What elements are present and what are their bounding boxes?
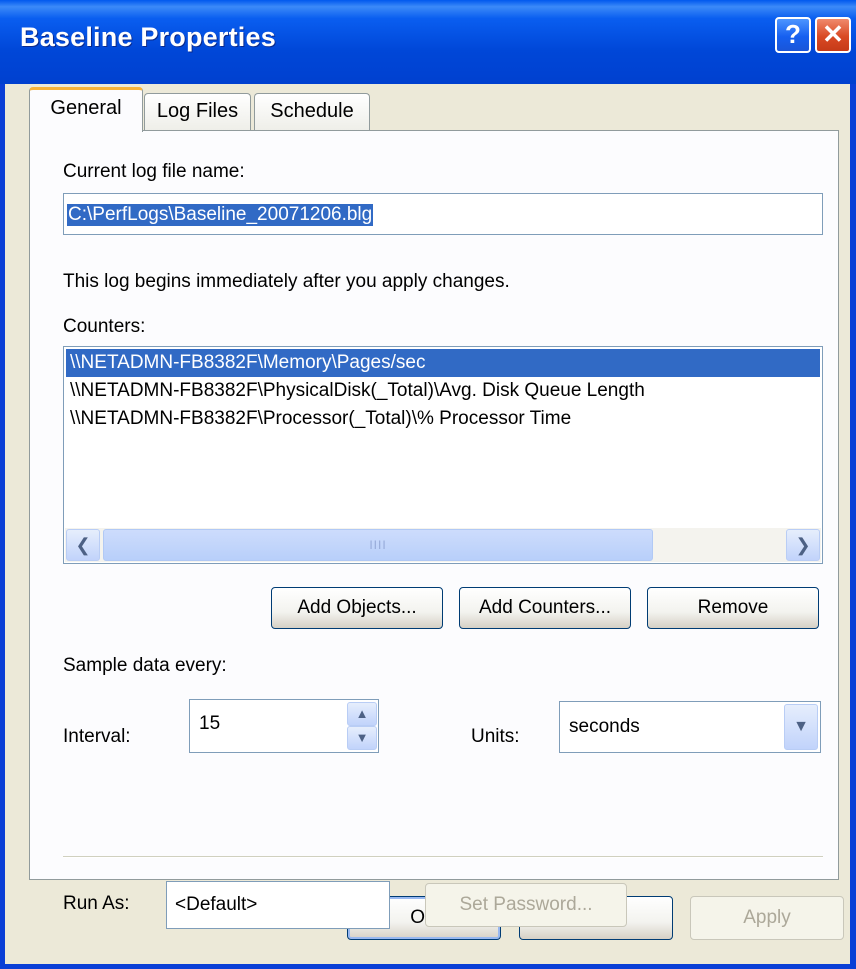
- units-dropdown-button[interactable]: ▼: [784, 704, 818, 750]
- interval-label: Interval:: [63, 726, 131, 747]
- tab-label: General: [50, 97, 122, 119]
- interval-down-button[interactable]: ▼: [347, 726, 377, 750]
- tab-general[interactable]: General: [29, 87, 143, 132]
- run-as-label: Run As:: [63, 893, 130, 914]
- interval-field[interactable]: 15 ▲ ▼: [189, 699, 379, 753]
- window-title: Baseline Properties: [20, 22, 276, 52]
- close-button[interactable]: ✕: [815, 17, 851, 53]
- add-objects-button[interactable]: Add Objects...: [271, 587, 443, 629]
- spin-down-icon: ▼: [355, 730, 369, 745]
- scroll-left-button[interactable]: ❮: [66, 529, 100, 561]
- current-log-label: Current log file name:: [63, 161, 245, 182]
- general-tab-panel: Current log file name: C:\PerfLogs\Basel…: [29, 130, 839, 929]
- counter-item[interactable]: \\NETADMN-FB8382F\Memory\Pages/sec: [66, 349, 820, 377]
- counters-listbox[interactable]: \\NETADMN-FB8382F\Memory\Pages/sec \\NET…: [63, 346, 823, 564]
- set-password-button[interactable]: Set Password...: [425, 883, 627, 927]
- current-log-field[interactable]: C:\PerfLogs\Baseline_20071206.blg: [63, 193, 823, 235]
- interval-value: 15: [199, 713, 221, 734]
- sample-data-label: Sample data every:: [63, 655, 227, 676]
- dialog-client-area: General Log Files Schedule Current log f…: [5, 84, 850, 964]
- tab-label: Log Files: [156, 100, 239, 122]
- remove-button[interactable]: Remove: [647, 587, 819, 629]
- units-select[interactable]: seconds ▼: [559, 701, 821, 753]
- help-icon: ?: [785, 19, 801, 49]
- scroll-left-icon: ❮: [75, 535, 91, 555]
- units-label: Units:: [471, 726, 520, 747]
- counter-item[interactable]: \\NETADMN-FB8382F\PhysicalDisk(_Total)\A…: [66, 377, 645, 405]
- apply-button[interactable]: Apply: [690, 896, 844, 940]
- scroll-right-icon: ❯: [795, 535, 811, 555]
- counter-item[interactable]: \\NETADMN-FB8382F\Processor(_Total)\% Pr…: [66, 405, 571, 433]
- run-as-value: <Default>: [175, 894, 258, 915]
- tab-label: Schedule: [270, 100, 354, 122]
- chevron-down-icon: ▼: [793, 718, 809, 735]
- scroll-thumb[interactable]: IIII: [103, 529, 653, 561]
- scroll-right-button[interactable]: ❯: [786, 529, 820, 561]
- close-icon: ✕: [822, 19, 844, 49]
- log-begin-note: This log begins immediately after you ap…: [63, 271, 510, 292]
- tab-log-files[interactable]: Log Files: [144, 93, 251, 131]
- counters-label: Counters:: [63, 316, 146, 337]
- add-counters-button[interactable]: Add Counters...: [459, 587, 631, 629]
- tab-schedule[interactable]: Schedule: [254, 93, 370, 131]
- run-as-field[interactable]: <Default>: [166, 881, 390, 929]
- grip-icon: IIII: [369, 538, 387, 552]
- interval-up-button[interactable]: ▲: [347, 702, 377, 726]
- horizontal-scrollbar[interactable]: ❮ IIII ❯: [65, 528, 821, 562]
- help-button[interactable]: ?: [775, 17, 811, 53]
- dialog-window: Baseline Properties ? ✕ General Log File…: [0, 0, 856, 969]
- title-bar[interactable]: Baseline Properties ? ✕: [0, 0, 856, 84]
- divider: [63, 856, 823, 858]
- current-log-value: C:\PerfLogs\Baseline_20071206.blg: [67, 204, 374, 226]
- spin-up-icon: ▲: [355, 706, 369, 721]
- units-value: seconds: [569, 716, 640, 737]
